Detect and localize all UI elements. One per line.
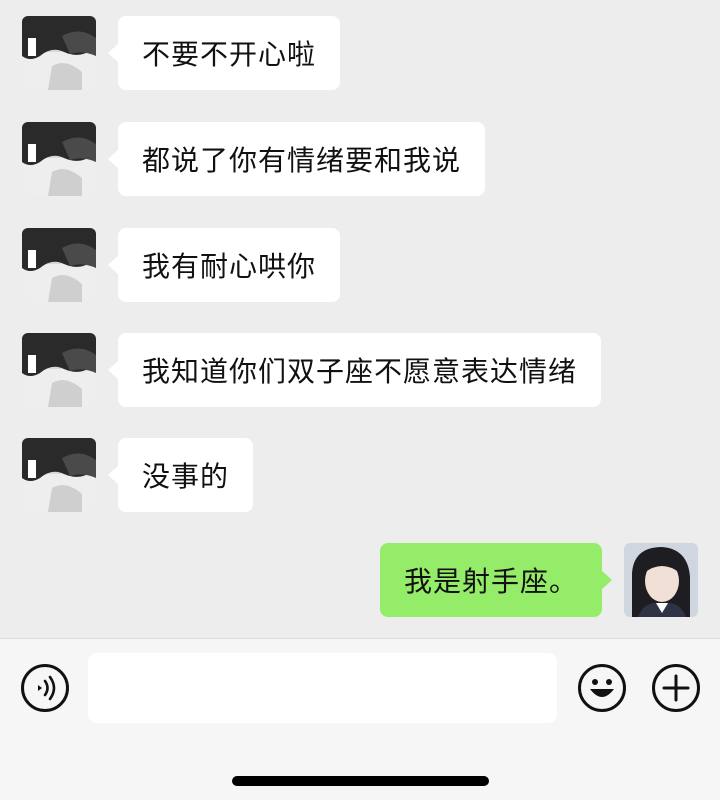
my-avatar[interactable]: [624, 543, 698, 617]
chat-message-list[interactable]: 不要不开心啦 都说了你有情绪要和我说 我有耐心哄你 我知道你们双子座不愿意表达情…: [0, 0, 720, 638]
voice-icon[interactable]: [20, 663, 70, 713]
message-input[interactable]: [88, 653, 557, 723]
message-row-incoming: 我有耐心哄你: [22, 228, 341, 302]
message-bubble[interactable]: 都说了你有情绪要和我说: [107, 122, 486, 196]
plus-icon[interactable]: [651, 663, 701, 713]
contact-avatar[interactable]: [22, 122, 96, 196]
message-row-incoming: 我知道你们双子座不愿意表达情绪: [22, 333, 602, 407]
message-bubble-outgoing[interactable]: 我是射手座。: [379, 543, 613, 617]
contact-avatar[interactable]: [22, 438, 96, 512]
message-row-incoming: 都说了你有情绪要和我说: [22, 122, 486, 196]
message-row-outgoing: 我是射手座。: [379, 543, 698, 617]
contact-avatar[interactable]: [22, 16, 96, 90]
home-indicator[interactable]: [232, 776, 489, 786]
message-row-incoming: 不要不开心啦: [22, 16, 341, 90]
emoji-icon[interactable]: [577, 663, 627, 713]
contact-avatar[interactable]: [22, 333, 96, 407]
input-bar: [0, 638, 720, 800]
message-bubble[interactable]: 没事的: [107, 438, 254, 512]
message-bubble[interactable]: 我有耐心哄你: [107, 228, 341, 302]
message-bubble[interactable]: 我知道你们双子座不愿意表达情绪: [107, 333, 602, 407]
contact-avatar[interactable]: [22, 228, 96, 302]
message-row-incoming: 没事的: [22, 438, 254, 512]
message-bubble[interactable]: 不要不开心啦: [107, 16, 341, 90]
